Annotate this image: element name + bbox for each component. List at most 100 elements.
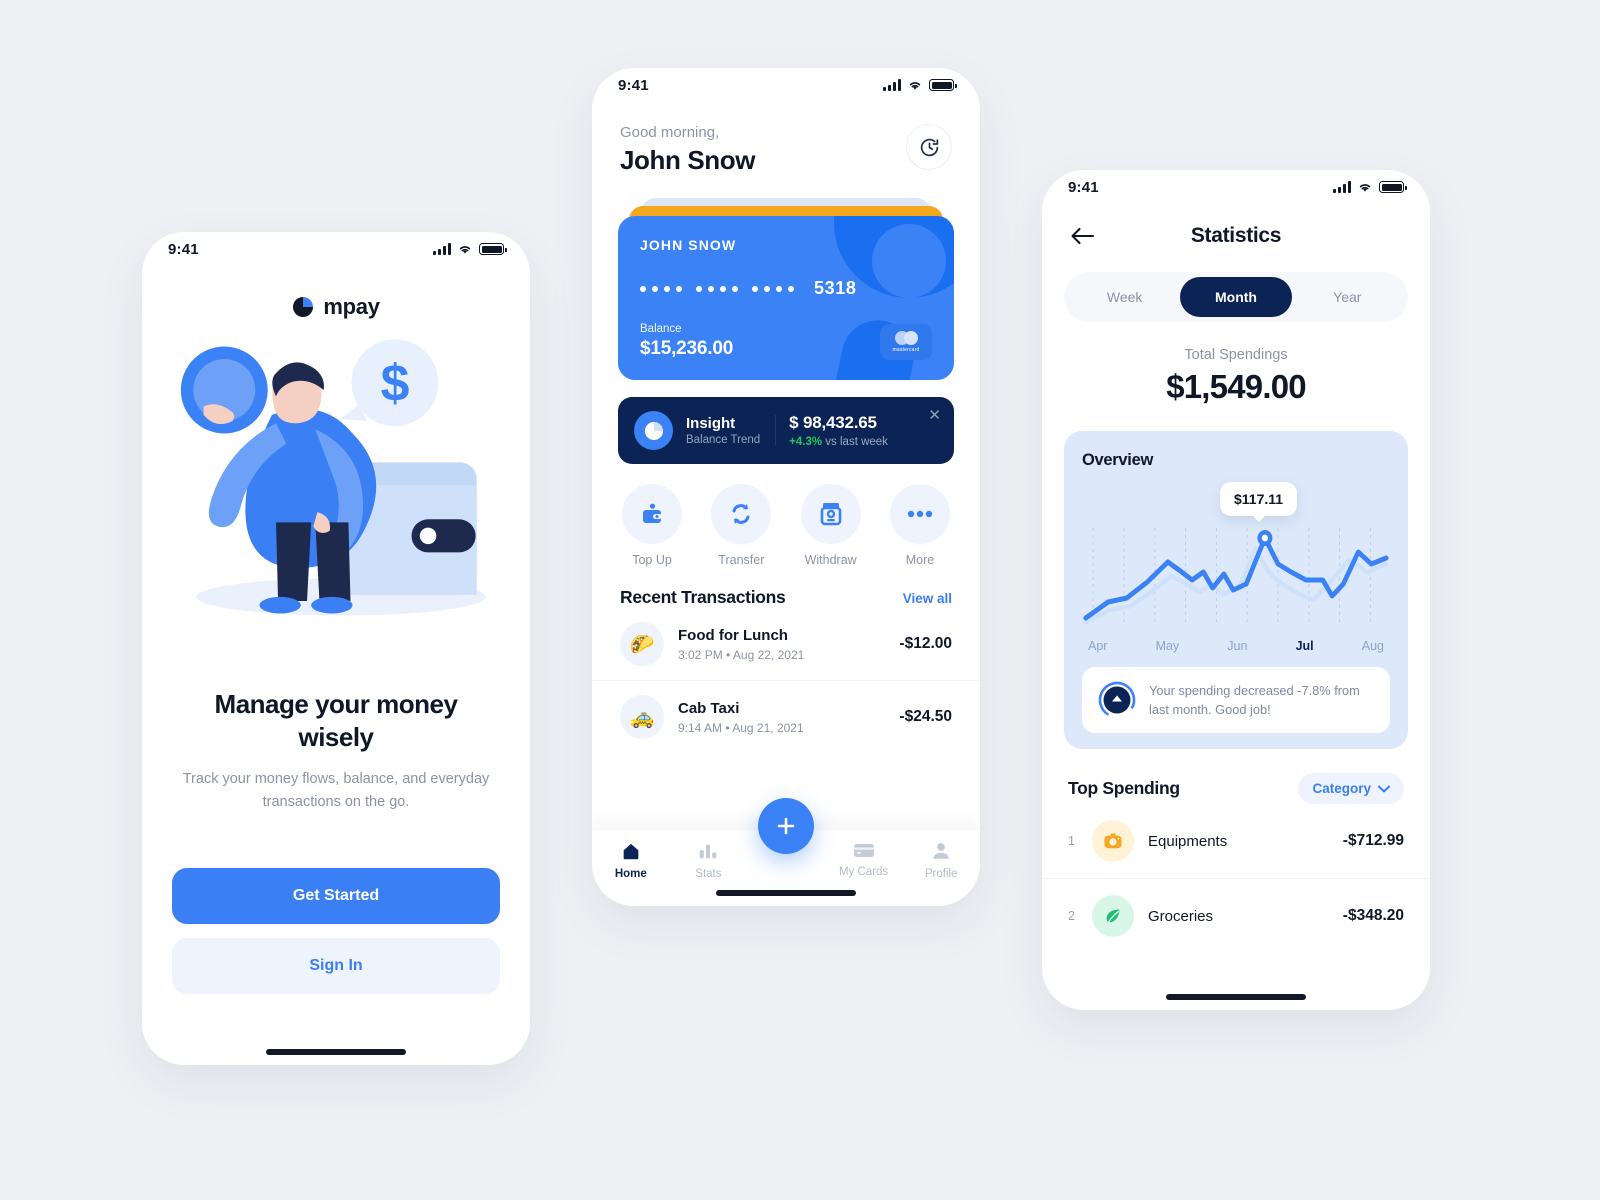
card-number: 5318 — [640, 278, 932, 299]
x-tick: May — [1155, 639, 1180, 653]
category-dropdown[interactable]: Category — [1298, 773, 1404, 805]
transaction-time: 9:14 AM — [678, 720, 723, 735]
card-digit-dots — [640, 285, 682, 292]
action-more[interactable]: More — [889, 484, 950, 567]
home-icon — [623, 843, 639, 860]
primary-credit-card[interactable]: JOHN SNOW 5318 Balance $15,236.00 master… — [618, 216, 954, 380]
card-digit-dots — [752, 285, 794, 292]
person-icon — [933, 843, 949, 859]
page-title: Manage your money wisely — [214, 689, 458, 753]
transaction-meta: 9:14 AM • Aug 21, 2021 — [678, 721, 885, 735]
spending-row[interactable]: 1 Equipments -$712.99 — [1042, 804, 1430, 878]
chart-gridlines — [1092, 528, 1371, 626]
history-button[interactable] — [906, 124, 952, 170]
segment-week[interactable]: Week — [1069, 277, 1180, 317]
insight-delta-value: +4.3% — [789, 436, 823, 448]
greeting-label: Good morning, — [620, 124, 720, 141]
card-balance-block: Balance $15,236.00 — [640, 323, 733, 360]
x-tick: Apr — [1088, 639, 1108, 653]
x-tick-active: Jul — [1295, 639, 1314, 653]
tab-stats[interactable]: Stats — [670, 840, 748, 880]
user-name: John Snow — [620, 145, 756, 175]
tab-label: Stats — [695, 868, 722, 880]
transaction-row[interactable]: 🚕 Cab Taxi 9:14 AM • Aug 21, 2021 -$24.5… — [592, 680, 980, 753]
onboarding-screen: 9:41 mpay $ Manage your money wisely Tra… — [142, 232, 530, 1065]
segment-month[interactable]: Month — [1180, 277, 1292, 317]
dropdown-label: Category — [1312, 781, 1371, 797]
svg-text:$: $ — [381, 353, 410, 411]
home-indicator — [716, 890, 856, 896]
transaction-info: Food for Lunch 3:02 PM • Aug 22, 2021 — [678, 627, 885, 662]
status-icons — [433, 243, 507, 255]
home-indicator — [1166, 994, 1306, 1000]
spending-amount: -$712.99 — [1342, 832, 1404, 850]
total-spendings-block: Total Spendings $1,549.00 — [1042, 347, 1430, 406]
card-digit-dots — [696, 285, 738, 292]
insight-pie-icon — [634, 411, 673, 450]
spending-line-chart[interactable]: $117.11 — [1082, 476, 1390, 631]
tab-label: My Cards — [838, 866, 889, 878]
spending-tip-text: Your spending decreased -7.8% from last … — [1149, 683, 1360, 718]
spending-rank: 1 — [1068, 834, 1075, 849]
credit-card-stack[interactable]: JOHN SNOW 5318 Balance $15,236.00 master… — [618, 198, 954, 380]
transaction-title: Cab Taxi — [678, 699, 740, 717]
status-bar: 9:41 — [142, 232, 530, 266]
chevron-down-icon — [1378, 785, 1390, 793]
chart-svg — [1083, 528, 1389, 626]
camera-icon — [1092, 820, 1134, 863]
get-started-button[interactable]: Get Started — [172, 868, 500, 925]
overview-card: Overview $117.11 Apr May Jun Jul Aug You… — [1064, 431, 1408, 750]
tab-profile[interactable]: Profile — [902, 840, 980, 880]
transfer-arrows-icon — [711, 484, 772, 544]
transaction-meta: 3:02 PM • Aug 22, 2021 — [678, 648, 885, 662]
battery-icon — [929, 79, 957, 91]
action-label: Withdraw — [804, 553, 857, 567]
insight-right-block: $ 98,432.65 +4.3% vs last week — [789, 413, 888, 448]
plus-icon — [777, 817, 795, 835]
spending-row[interactable]: 2 Groceries -$348.20 — [1042, 878, 1430, 953]
onboarding-copy: Manage your money wisely Track your mone… — [142, 688, 530, 815]
add-transaction-fab[interactable] — [758, 798, 814, 854]
battery-icon — [1379, 181, 1407, 193]
segment-year[interactable]: Year — [1292, 277, 1403, 317]
greeting-block: Good morning, John Snow — [620, 124, 755, 176]
tab-label: Home — [614, 868, 647, 880]
overview-title: Overview — [1082, 451, 1153, 469]
wifi-icon — [1359, 184, 1371, 192]
status-time: 9:41 — [1068, 178, 1099, 196]
spending-category-name: Equipments — [1148, 832, 1228, 850]
greeting-header: Good morning, John Snow — [592, 102, 980, 176]
statistics-header: Statistics — [1042, 204, 1430, 247]
taxi-icon: 🚕 — [620, 695, 664, 739]
spending-amount: -$348.20 — [1342, 907, 1404, 925]
tab-label: Profile — [924, 868, 958, 880]
brand-logo: mpay — [142, 294, 530, 320]
transaction-row[interactable]: 🌮 Food for Lunch 3:02 PM • Aug 22, 2021 … — [592, 608, 980, 680]
status-time: 9:41 — [618, 76, 649, 94]
card-holder-name: JOHN SNOW — [640, 237, 737, 253]
tab-home[interactable]: Home — [592, 840, 670, 880]
sign-in-button[interactable]: Sign In — [172, 938, 500, 995]
x-tick: Jun — [1227, 639, 1248, 653]
insight-banner[interactable]: Insight Balance Trend $ 98,432.65 +4.3% … — [618, 397, 954, 464]
status-icons — [883, 79, 957, 91]
ellipsis-icon — [889, 484, 950, 544]
total-label: Total Spendings — [1184, 347, 1288, 363]
transaction-info: Cab Taxi 9:14 AM • Aug 21, 2021 — [678, 700, 885, 735]
close-icon[interactable]: ✕ — [928, 408, 941, 423]
insight-delta-suffix: vs last week — [822, 436, 888, 448]
action-label: Top Up — [632, 553, 672, 567]
taco-icon: 🌮 — [620, 622, 664, 666]
section-title: Recent Transactions — [620, 587, 786, 607]
tab-my-cards[interactable]: My Cards — [825, 840, 903, 878]
clock-history-icon — [920, 138, 938, 156]
transactions-header: Recent Transactions View all — [592, 567, 980, 608]
credit-card-icon — [853, 844, 874, 857]
pie-chart-icon — [292, 296, 314, 318]
action-top-up[interactable]: Top Up — [622, 484, 682, 567]
cellular-signal-icon — [433, 243, 451, 255]
view-all-link[interactable]: View all — [903, 591, 952, 606]
onboarding-actions: Get Started Sign In — [142, 868, 530, 995]
action-withdraw[interactable]: Withdraw — [800, 484, 861, 567]
action-transfer[interactable]: Transfer — [711, 484, 772, 567]
